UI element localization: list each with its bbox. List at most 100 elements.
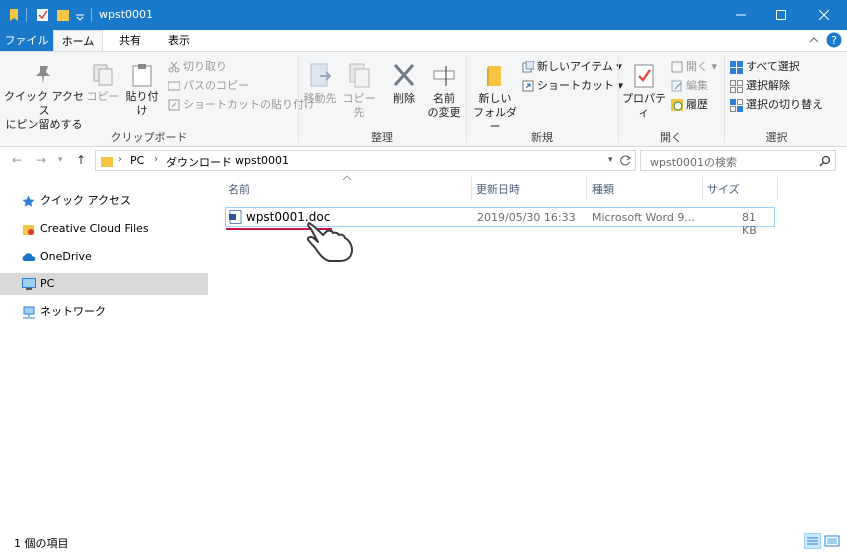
file-type: Microsoft Word 9... (592, 211, 695, 224)
chevron-down-icon[interactable]: ▾ (608, 155, 613, 165)
close-button[interactable] (801, 0, 847, 30)
column-divider[interactable] (702, 177, 703, 201)
column-divider[interactable] (777, 177, 778, 201)
chevron-right-icon: › (154, 154, 158, 165)
invert-selection-button[interactable]: 選択の切り替え (730, 96, 823, 114)
chevron-up-icon[interactable] (809, 35, 819, 45)
column-header-modified[interactable]: 更新日時 (476, 181, 520, 197)
copy-button[interactable]: コピー (86, 62, 120, 104)
breadcrumb-pc[interactable]: PC (130, 154, 144, 167)
status-bar: 1 個の項目 (0, 530, 847, 553)
delete-icon (393, 63, 415, 87)
shortcut-icon (168, 99, 180, 111)
column-divider[interactable] (586, 177, 587, 201)
edit-icon (671, 80, 682, 92)
help-icon[interactable]: ? (826, 32, 842, 48)
pin-quick-access-button[interactable]: クイック アクセス にピン留めする (4, 62, 84, 132)
ribbon-tabs: ファイル ホーム 共有 表示 ? (0, 30, 847, 51)
item-count: 1 個の項目 (14, 537, 69, 550)
search-box[interactable]: wpst0001の検索 (640, 150, 836, 171)
cut-button[interactable]: 切り取り (168, 58, 227, 76)
paste-shortcut-button[interactable]: ショートカットの貼り付け (168, 96, 315, 114)
history-label: 履歴 (686, 98, 708, 111)
folder-icon (10, 9, 18, 21)
path-icon (168, 81, 180, 91)
cloud-icon (22, 253, 36, 261)
delete-button[interactable]: 削除 (386, 62, 422, 106)
refresh-icon[interactable] (619, 154, 632, 167)
nav-item-quick-access[interactable]: クイック アクセス (0, 190, 208, 212)
cut-label: 切り取り (183, 60, 227, 73)
history-icon (671, 99, 683, 111)
delete-label: 削除 (393, 92, 415, 105)
tab-home[interactable]: ホーム (53, 30, 103, 51)
copy-to-label: コピー先 (342, 92, 376, 119)
nav-item-creative-cloud[interactable]: Creative Cloud Files (0, 218, 208, 240)
select-none-button[interactable]: 選択解除 (730, 77, 790, 95)
column-header-type[interactable]: 種類 (592, 181, 614, 197)
new-folder-icon[interactable] (56, 7, 70, 23)
details-view-icon[interactable] (804, 533, 821, 549)
search-icon (819, 155, 831, 167)
navigation-pane: クイック アクセス Creative Cloud Files OneDrive … (0, 175, 210, 530)
easy-access-label: ショートカット (537, 79, 614, 92)
file-size: 81 KB (742, 211, 757, 237)
nav-label: クイック アクセス (40, 194, 131, 207)
window-title: wpst0001 (99, 8, 154, 21)
edit-button[interactable]: 編集 (671, 77, 708, 95)
forward-button[interactable]: → (36, 153, 46, 167)
rename-label-1: 名前 (433, 92, 455, 105)
new-item-button[interactable]: 新しいアイテム ▾ (522, 58, 622, 76)
file-modified: 2019/05/30 16:33 (477, 211, 576, 224)
new-folder-label-1: 新しい (478, 92, 512, 105)
nav-label: OneDrive (40, 250, 92, 263)
column-header-size[interactable]: サイズ (707, 181, 740, 197)
tab-share[interactable]: 共有 (107, 30, 153, 51)
nav-item-network[interactable]: ネットワーク (0, 301, 208, 323)
breadcrumb-folder[interactable]: wpst0001 (235, 154, 289, 167)
address-bar[interactable]: › PC › ダウンロード › wpst0001 ▾ (95, 150, 636, 171)
separator (26, 8, 27, 22)
nav-label: PC (40, 277, 55, 290)
new-folder-button[interactable]: 新しい フォルダー (470, 62, 520, 134)
pointing-hand-icon (306, 222, 353, 262)
column-divider[interactable] (471, 177, 472, 201)
column-header-name[interactable]: 名前 (228, 181, 250, 197)
up-button[interactable]: ↑ (76, 153, 86, 167)
select-all-button[interactable]: すべて選択 (730, 58, 800, 76)
tab-view[interactable]: 表示 (156, 30, 202, 51)
large-icons-view-icon[interactable] (824, 533, 841, 549)
back-button[interactable]: ← (12, 153, 22, 167)
maximize-button[interactable] (758, 0, 804, 30)
copy-path-button[interactable]: パスのコピー (168, 77, 249, 95)
move-to-button[interactable]: 移動先 (301, 62, 339, 106)
sort-ascending-icon (342, 175, 352, 181)
nav-item-pc[interactable]: PC (0, 273, 208, 295)
tab-file[interactable]: ファイル (0, 30, 53, 51)
properties-button[interactable]: プロパティ (621, 62, 667, 120)
select-all-icon (730, 60, 743, 74)
group-label-select: 選択 (765, 131, 788, 144)
nav-item-onedrive[interactable]: OneDrive (0, 246, 208, 268)
open-button[interactable]: 開く ▾ (671, 58, 717, 76)
copy-to-button[interactable]: コピー先 (340, 62, 378, 120)
separator (91, 8, 92, 22)
recent-locations-button[interactable]: ▾ (58, 155, 63, 165)
group-label-new: 新規 (531, 131, 553, 144)
chevron-right-icon: › (118, 154, 122, 165)
search-placeholder: wpst0001の検索 (650, 156, 738, 169)
invert-selection-label: 選択の切り替え (746, 98, 823, 111)
copy-to-icon (349, 63, 370, 88)
nav-label: Creative Cloud Files (40, 222, 149, 235)
history-button[interactable]: 履歴 (671, 96, 708, 114)
chevron-down-icon[interactable] (75, 7, 85, 23)
rename-button[interactable]: 名前 の変更 (424, 62, 464, 120)
group-label-organize: 整理 (371, 131, 393, 144)
shortcut-icon (522, 80, 534, 92)
move-to-icon (310, 63, 332, 87)
chevron-right-icon: › (223, 154, 227, 165)
paste-button[interactable]: 貼り付け (122, 62, 162, 118)
easy-access-button[interactable]: ショートカット ▾ (522, 77, 623, 95)
word-document-icon (229, 210, 242, 224)
properties-icon[interactable] (36, 7, 50, 23)
